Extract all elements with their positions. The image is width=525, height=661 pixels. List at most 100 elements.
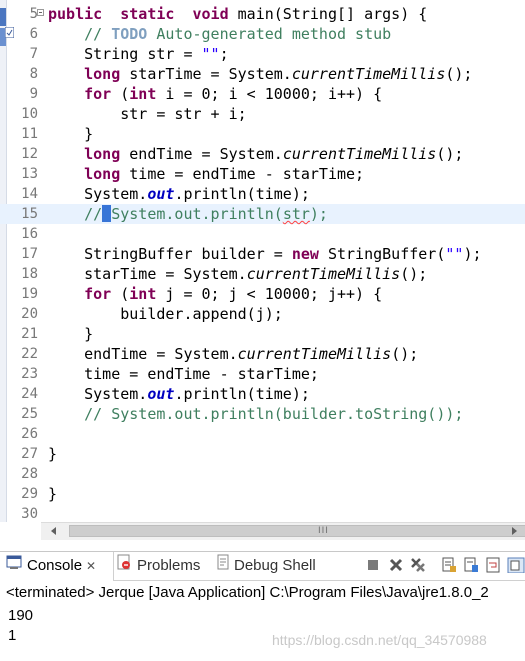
line-number: 30 — [21, 506, 38, 522]
terminate-icon[interactable] — [365, 557, 381, 573]
code-token: (); — [400, 265, 428, 283]
code-token: StringBuffer( — [318, 245, 446, 263]
word-wrap-icon[interactable] — [485, 557, 501, 573]
code-line[interactable]: 22 endTime = System.currentTimeMillis(); — [0, 344, 525, 364]
code-line[interactable]: 5 public static void main(String[] args) … — [0, 4, 525, 24]
tab-problems[interactable]: Problems — [116, 552, 200, 581]
code-line[interactable]: 20 builder.append(j); — [0, 304, 525, 324]
code-token: endTime = System. — [48, 345, 238, 363]
code-token: str — [282, 205, 310, 223]
line-number: 5 — [29, 6, 38, 22]
code-token: StringBuffer builder = — [48, 245, 292, 263]
collapse-icon[interactable] — [37, 9, 44, 16]
remove-launch-icon[interactable] — [388, 557, 404, 573]
code-token: (); — [391, 345, 419, 363]
code-token: ( — [111, 85, 130, 103]
code-text: public static void main(String[] args) { — [48, 4, 427, 24]
code-line[interactable]: 17 StringBuffer builder = new StringBuff… — [0, 244, 525, 264]
line-number: 19 — [21, 286, 38, 302]
code-lines[interactable]: 5 public static void main(String[] args) … — [0, 4, 525, 522]
line-number: 16 — [21, 226, 38, 242]
line-number: 17 — [21, 246, 38, 262]
scroll-left-icon[interactable] — [51, 527, 56, 535]
clear-console-icon[interactable] — [441, 557, 457, 573]
code-text: long starTime = System.currentTimeMillis… — [48, 64, 472, 84]
code-token: currentTimeMillis — [237, 345, 392, 363]
code-line[interactable]: 14 System.out.println(time); — [0, 184, 525, 204]
tab-console-label: Console — [27, 557, 83, 574]
code-text: time = endTime - starTime; — [48, 364, 319, 384]
tab-console[interactable]: Console ✕ — [0, 552, 114, 581]
code-text: // System.out.println(str); — [48, 204, 328, 224]
code-text: // TODO Auto-generated method stub — [48, 24, 391, 44]
code-line[interactable]: 7 String str = ""; — [0, 44, 525, 64]
code-token: for — [84, 85, 112, 103]
code-token: // — [84, 205, 103, 223]
code-token: .println(time); — [174, 385, 310, 403]
code-line[interactable]: 16 — [0, 224, 525, 244]
code-token: // System.out.println(builder.toString()… — [84, 405, 464, 423]
pin-console-icon[interactable] — [507, 557, 525, 573]
remove-all-terminated-icon[interactable] — [410, 557, 426, 573]
close-icon[interactable]: ✕ — [86, 552, 96, 580]
line-number: 20 — [21, 306, 38, 322]
code-line[interactable]: 13 long time = endTime - starTime; — [0, 164, 525, 184]
code-token: currentTimeMillis — [246, 265, 401, 283]
code-editor[interactable]: 5 public static void main(String[] args) … — [0, 0, 525, 522]
scroll-lock-icon[interactable] — [463, 557, 479, 573]
line-number: 28 — [21, 466, 38, 482]
code-token: } — [48, 445, 58, 463]
code-line[interactable]: 27} — [0, 444, 525, 464]
code-line[interactable]: 19 for (int j = 0; j < 10000; j++) { — [0, 284, 525, 304]
code-line[interactable]: 26 — [0, 424, 525, 444]
code-token: public — [48, 5, 103, 23]
code-line[interactable]: 9 for (int i = 0; i < 10000; i++) { — [0, 84, 525, 104]
code-line[interactable]: 18 starTime = System.currentTimeMillis()… — [0, 264, 525, 284]
code-text: long endTime = System.currentTimeMillis(… — [48, 144, 463, 164]
code-line[interactable]: 23 time = endTime - starTime; — [0, 364, 525, 384]
code-token: System. — [48, 185, 148, 203]
code-line[interactable]: 30 — [0, 504, 525, 522]
line-number: 21 — [21, 326, 38, 342]
code-token: ( — [111, 285, 130, 303]
line-number: 8 — [29, 66, 38, 82]
line-number: 25 — [21, 406, 38, 422]
code-token: "" — [445, 245, 464, 263]
code-text: System.out.println(time); — [48, 184, 310, 204]
code-token: currentTimeMillis — [282, 145, 437, 163]
code-line[interactable]: 28 — [0, 464, 525, 484]
line-number: 9 — [29, 86, 38, 102]
code-token: j = 0; j < 10000; j++) { — [156, 285, 383, 303]
code-line[interactable]: 24 System.out.println(time); — [0, 384, 525, 404]
line-number: 27 — [21, 446, 38, 462]
horizontal-scrollbar[interactable]: III — [41, 522, 525, 540]
view-tab-bar: Console ✕ Problems Debug Shell — [0, 551, 525, 581]
code-line[interactable]: 25 // System.out.println(builder.toStrin… — [0, 404, 525, 424]
code-line[interactable]: 29} — [0, 484, 525, 504]
code-line[interactable]: 10 str = str + i; — [0, 104, 525, 124]
code-line[interactable]: 21 } — [0, 324, 525, 344]
tab-debug-shell[interactable]: Debug Shell — [217, 552, 316, 581]
code-token: new — [291, 245, 319, 263]
line-number: 22 — [21, 346, 38, 362]
tab-problems-label: Problems — [137, 557, 201, 574]
code-line[interactable]: 11 } — [0, 124, 525, 144]
code-text: } — [48, 484, 57, 504]
task-marker-icon — [5, 27, 14, 38]
code-line[interactable]: 8 long starTime = System.currentTimeMill… — [0, 64, 525, 84]
scrollbar-thumb[interactable]: III — [69, 525, 525, 537]
scroll-right-icon[interactable] — [512, 527, 517, 535]
watermark-text: https://blog.csdn.net/qq_34570988 — [272, 632, 487, 648]
line-number: 13 — [21, 166, 38, 182]
console-launch-header: <terminated> Jerque [Java Application] C… — [6, 584, 489, 601]
code-line[interactable]: 6 // TODO Auto-generated method stub — [0, 24, 525, 44]
code-line[interactable]: 15 // System.out.println(str); — [0, 204, 525, 224]
code-line[interactable]: 12 long endTime = System.currentTimeMill… — [0, 144, 525, 164]
code-token: "" — [201, 45, 220, 63]
